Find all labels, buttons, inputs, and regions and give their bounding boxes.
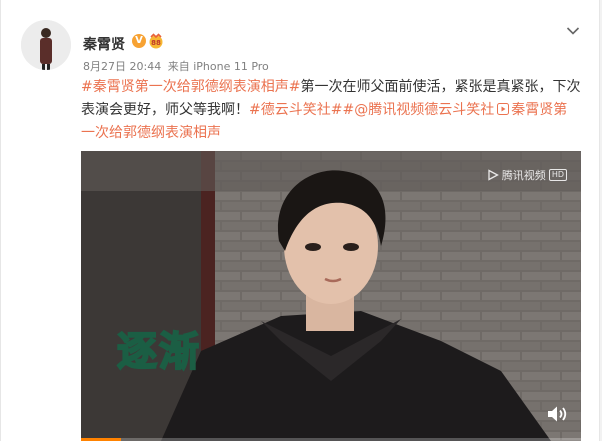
avatar-image: [21, 20, 71, 70]
weibo-post-card: 秦霄贤 V 88 8月27日 20:44 来自 iPhone 11 Pro #秦…: [0, 0, 600, 441]
from-label: 来自: [167, 60, 190, 73]
watermark-text: 腾讯视频: [501, 169, 546, 182]
post-device[interactable]: iPhone 11 Pro: [193, 60, 269, 73]
video-player[interactable]: 腾讯视频 HD 逐渐: [81, 151, 581, 441]
video-link-icon: [497, 103, 510, 115]
post-text: #秦霄贤第一次给郭德纲表演相声#第一次在师父面前使活，紧张是真紧张，下次表演会更…: [81, 76, 581, 145]
tencent-video-logo-icon: [488, 169, 499, 181]
video-subtitle: 逐渐: [116, 328, 201, 376]
post-date[interactable]: 8月27日 20:44: [83, 60, 161, 73]
hashtag-link[interactable]: #秦霄贤第一次给郭德纲表演相声#: [81, 79, 300, 95]
verified-v-icon: V: [132, 34, 146, 48]
video-frame: [81, 151, 581, 441]
hashtag-link[interactable]: #德云斗笑社#: [249, 102, 342, 118]
watermark-hd: HD: [548, 169, 567, 181]
svg-text:88: 88: [151, 39, 161, 47]
avatar[interactable]: [21, 20, 71, 70]
chevron-down-icon[interactable]: [566, 26, 580, 36]
mention-link[interactable]: #@腾讯视频德云斗笑社: [342, 102, 494, 118]
volume-icon[interactable]: [547, 405, 569, 423]
video-watermark: 腾讯视频 HD: [487, 167, 567, 183]
member-badge-icon[interactable]: 88: [148, 33, 164, 49]
post-meta: 8月27日 20:44 来自 iPhone 11 Pro: [83, 58, 272, 74]
user-name[interactable]: 秦霄贤: [83, 34, 125, 54]
